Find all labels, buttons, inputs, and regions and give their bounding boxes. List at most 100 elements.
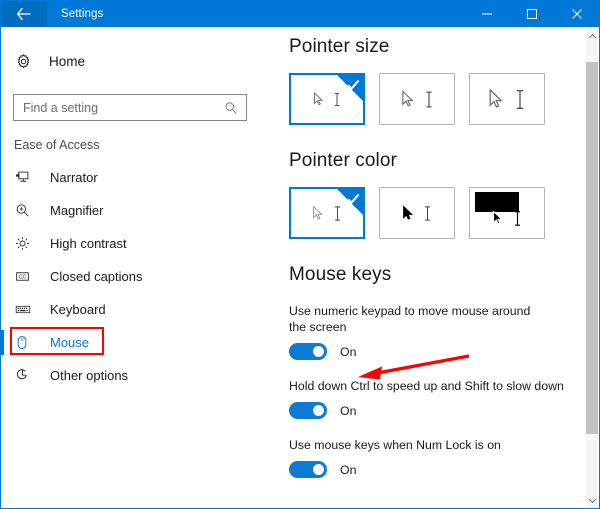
search-icon — [224, 101, 238, 115]
toggle-knob — [313, 405, 324, 416]
sidebar-nav-list: Narrator Magnifier High contrast CC Clos… — [1, 161, 277, 392]
setting-description: Hold down Ctrl to speed up and Shift to … — [289, 379, 564, 393]
scrollbar-track[interactable] — [586, 45, 598, 492]
cursor-arrow-icon — [493, 209, 504, 225]
pointer-color-white[interactable] — [289, 187, 365, 239]
cursor-arrow-icon — [314, 91, 324, 105]
content-pane: Pointer size Pointer color Mouse keys Us… — [277, 28, 587, 508]
sidebar-item-narrator[interactable]: Narrator — [1, 161, 277, 194]
title-bar: Settings — [1, 1, 599, 27]
sidebar-item-label: Magnifier — [50, 203, 104, 218]
num-lock-setting: Use mouse keys when Num Lock is on On — [289, 437, 569, 478]
ctrl-shift-speed-setting: Hold down Ctrl to speed up and Shift to … — [289, 378, 569, 419]
search-box[interactable] — [13, 94, 247, 121]
back-arrow-icon — [16, 7, 31, 21]
sidebar: Home Ease of Access — [1, 28, 277, 508]
setting-description: Use numeric keypad to move mouse around … — [289, 304, 531, 334]
ctrl-shift-speed-setting-toggle[interactable] — [289, 402, 327, 419]
settings-window: Settings Home Find a setting Ease of Acc… — [0, 0, 600, 509]
maximize-icon — [526, 9, 537, 19]
cursor-ibeam-icon — [516, 89, 524, 109]
tile-cursor-preview — [470, 188, 544, 238]
setting-description: Use mouse keys when Num Lock is on — [289, 438, 501, 452]
mouse-keys-heading: Mouse keys — [289, 264, 392, 285]
other-options-icon — [15, 368, 39, 383]
back-button[interactable] — [1, 1, 47, 27]
pointer-size-medium[interactable] — [379, 73, 455, 125]
search-input[interactable] — [14, 95, 246, 120]
close-icon — [571, 9, 582, 19]
sidebar-item-high-contrast[interactable]: High contrast — [1, 227, 277, 260]
window-controls — [464, 1, 599, 27]
narrator-icon — [15, 170, 39, 185]
pointer-color-black[interactable] — [379, 187, 455, 239]
numeric-keypad-setting-toggle[interactable] — [289, 343, 327, 360]
sidebar-section-label: Ease of Access — [14, 138, 100, 152]
cursor-arrow-icon — [401, 89, 414, 107]
svg-text:CC: CC — [19, 275, 27, 281]
sidebar-home-label: Home — [49, 53, 86, 69]
checkmark-icon — [346, 78, 361, 97]
gear-icon — [15, 53, 41, 70]
sidebar-item-closed-captions[interactable]: CC Closed captions — [1, 260, 277, 293]
toggle-state-label: On — [340, 462, 357, 477]
scrollbar-thumb[interactable] — [586, 62, 598, 434]
mouse-keys-section: Mouse keys Use numeric keypad to move mo… — [277, 239, 587, 478]
maximize-button[interactable] — [509, 1, 554, 27]
tile-cursor-preview — [380, 74, 454, 124]
sidebar-item-label: Keyboard — [50, 302, 106, 317]
sidebar-item-label: Narrator — [50, 170, 98, 185]
chevron-down-icon — [588, 498, 596, 504]
sidebar-item-label: Mouse — [50, 335, 90, 350]
closed-captions-icon: CC — [15, 269, 39, 284]
window-title: Settings — [61, 8, 104, 20]
toggle-knob — [313, 346, 324, 357]
keyboard-icon — [15, 302, 39, 317]
sidebar-item-home[interactable]: Home — [1, 47, 277, 75]
sidebar-item-keyboard[interactable]: Keyboard — [1, 293, 277, 326]
vertical-scrollbar[interactable] — [585, 28, 598, 508]
toggle-knob — [313, 464, 324, 475]
cursor-arrow-icon — [403, 204, 414, 220]
numeric-keypad-setting: Use numeric keypad to move mouse around … — [289, 303, 539, 360]
sidebar-item-label: Other options — [50, 368, 129, 383]
chevron-up-icon — [588, 33, 596, 39]
mouse-icon — [15, 335, 39, 350]
pointer-color-heading: Pointer color — [289, 150, 397, 171]
sidebar-item-other-options[interactable]: Other options — [1, 359, 277, 392]
high-contrast-icon — [15, 236, 39, 251]
search-container — [1, 75, 277, 121]
selection-indicator — [1, 330, 4, 355]
pointer-size-heading: Pointer size — [289, 36, 390, 57]
sidebar-item-label: High contrast — [50, 236, 127, 251]
toggle-state-label: On — [340, 403, 357, 418]
minimize-button[interactable] — [464, 1, 509, 27]
scroll-down-button[interactable] — [586, 492, 598, 508]
pointer-color-section: Pointer color — [277, 125, 587, 239]
checkmark-icon — [346, 192, 361, 211]
pointer-color-tiles — [289, 187, 587, 239]
close-button[interactable] — [554, 1, 599, 27]
cursor-arrow-icon — [489, 88, 503, 108]
num-lock-setting-toggle[interactable] — [289, 461, 327, 478]
pointer-size-large[interactable] — [469, 73, 545, 125]
cursor-ibeam-icon — [425, 91, 432, 107]
pointer-color-inverted[interactable] — [469, 187, 545, 239]
sidebar-item-magnifier[interactable]: Magnifier — [1, 194, 277, 227]
cursor-ibeam-icon — [425, 205, 430, 221]
tile-cursor-preview — [470, 74, 544, 124]
pointer-size-tiles — [289, 73, 587, 125]
cursor-ibeam-icon — [515, 210, 520, 226]
sidebar-item-label: Closed captions — [50, 269, 143, 284]
toggle-state-label: On — [340, 344, 357, 359]
toggle-row: On — [289, 402, 569, 419]
scroll-up-button[interactable] — [586, 28, 598, 45]
pointer-size-small[interactable] — [289, 73, 365, 125]
toggle-row: On — [289, 461, 569, 478]
cursor-arrow-icon — [313, 204, 324, 220]
tile-cursor-preview — [380, 188, 454, 238]
magnifier-icon — [15, 203, 39, 218]
toggle-row: On — [289, 343, 539, 360]
pointer-size-section: Pointer size — [277, 28, 587, 125]
sidebar-item-mouse[interactable]: Mouse — [1, 326, 277, 359]
